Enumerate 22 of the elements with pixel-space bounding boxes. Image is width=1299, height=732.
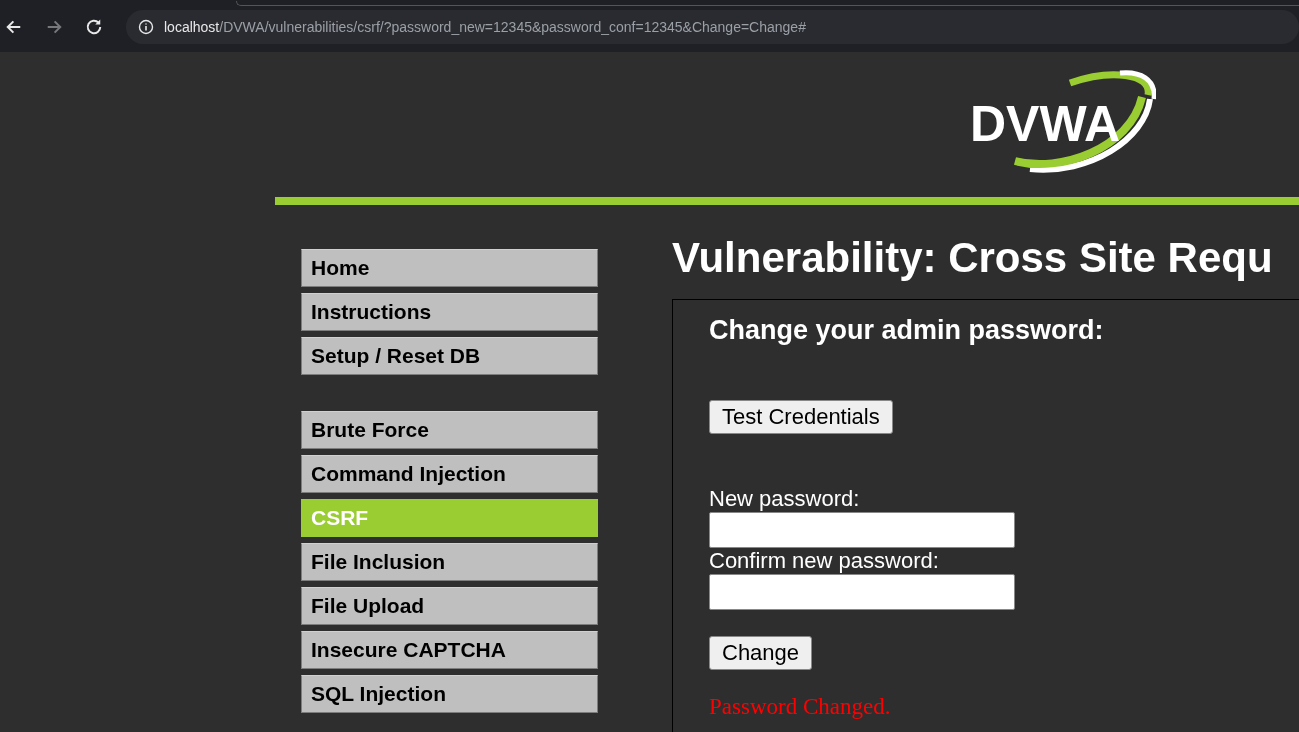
sidebar-item[interactable]: Command Injection bbox=[301, 455, 598, 493]
sidebar-item[interactable]: Insecure CAPTCHA bbox=[301, 631, 598, 669]
field-label: New password: bbox=[709, 486, 860, 512]
page-title: Vulnerability: Cross Site Requ bbox=[672, 233, 1274, 283]
password-field[interactable] bbox=[709, 512, 1015, 548]
status-message: Password Changed. bbox=[709, 694, 891, 720]
sidebar-item[interactable]: Brute Force bbox=[301, 411, 598, 449]
sidebar-item[interactable]: Instructions bbox=[301, 293, 598, 331]
logo: DVWA bbox=[970, 69, 1156, 175]
address-bar[interactable]: localhost/DVWA/vulnerabilities/csrf/?password_new=12345&password_conf=12345&Change=Change# bbox=[126, 9, 1299, 44]
form-title: Change your admin password: bbox=[709, 314, 1105, 347]
sidebar-item[interactable]: Setup / Reset DB bbox=[301, 337, 598, 375]
sidebar-item[interactable]: Home bbox=[301, 249, 598, 287]
change-button[interactable]: Change bbox=[709, 636, 813, 670]
field-label: Confirm new password: bbox=[709, 548, 939, 574]
password-field[interactable] bbox=[709, 574, 1015, 610]
sidebar-item[interactable]: File Upload bbox=[301, 587, 598, 625]
sidebar-item[interactable]: File Inclusion bbox=[301, 543, 598, 581]
info-icon[interactable] bbox=[138, 18, 154, 35]
sidebar-item[interactable]: SQL Injection bbox=[301, 675, 598, 713]
url-text: localhost/DVWA/vulnerabilities/csrf/?password_new=12345&password_conf=12345&Change=Change# bbox=[164, 18, 806, 35]
test-credentials-button[interactable]: Test Credentials bbox=[709, 400, 893, 434]
